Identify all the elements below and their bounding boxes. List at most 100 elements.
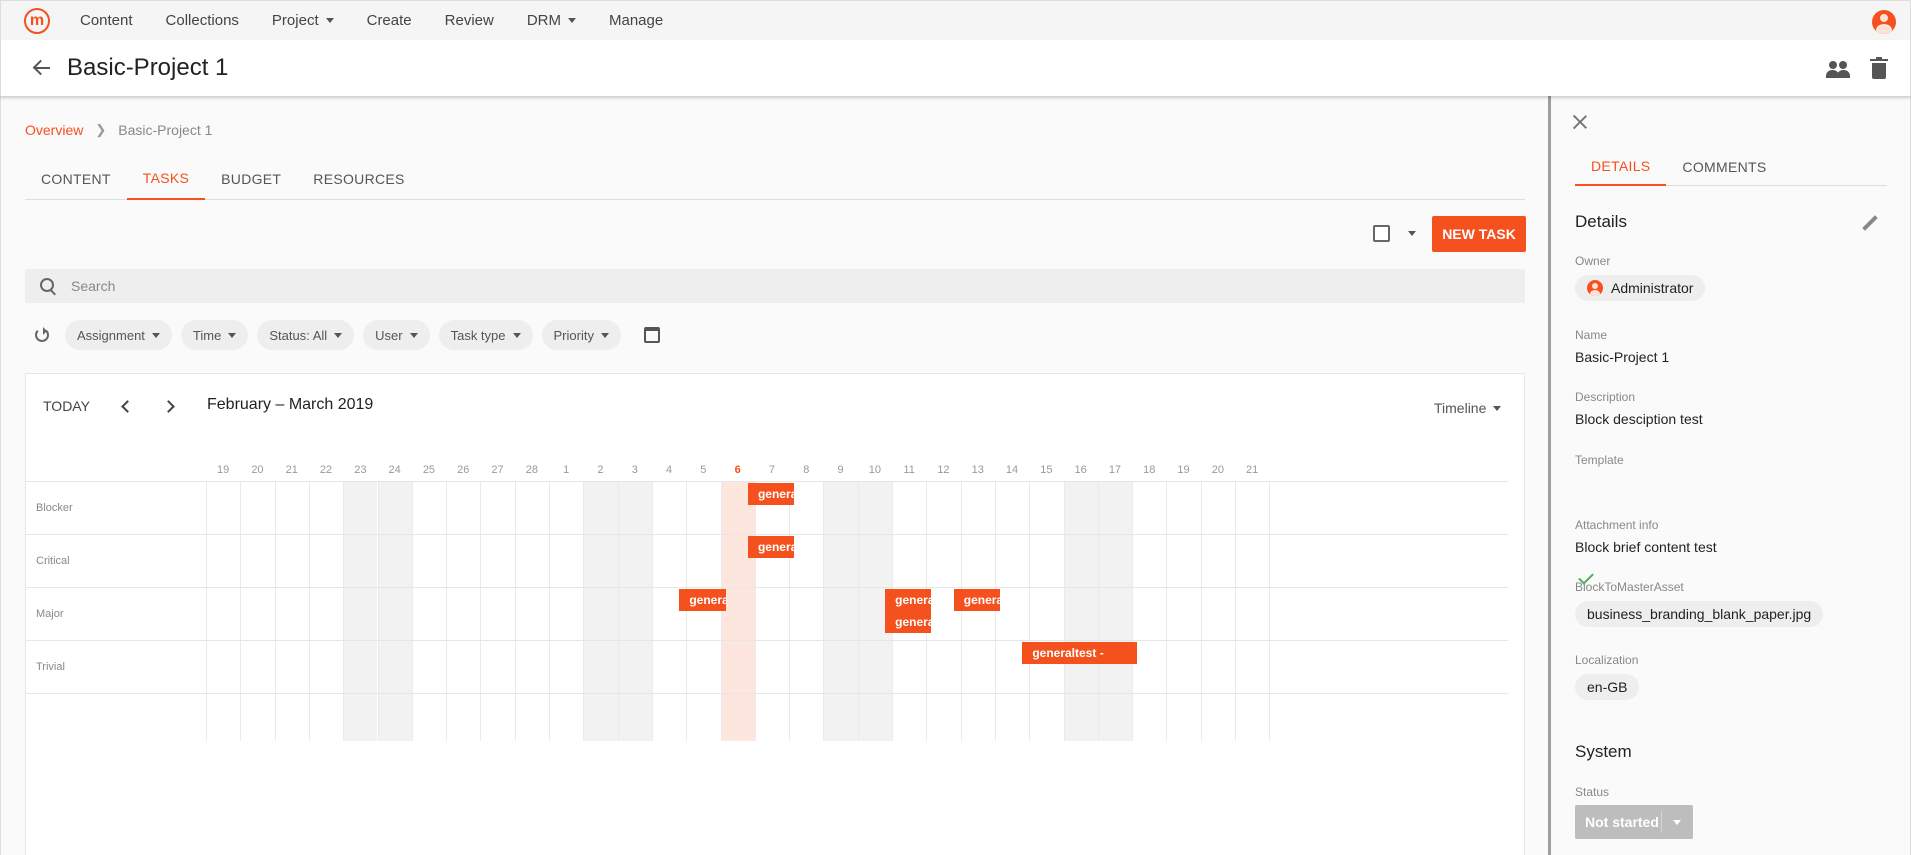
- trash-icon[interactable]: [1870, 57, 1888, 79]
- filter-user[interactable]: User: [363, 320, 430, 350]
- day-column[interactable]: [240, 481, 274, 741]
- template-label: Template: [1575, 453, 1624, 467]
- status-dropdown[interactable]: Not started: [1575, 805, 1693, 839]
- date-range: February – March 2019: [207, 396, 374, 413]
- day-column[interactable]: [617, 481, 652, 741]
- project-tabs: CONTENT TASKS BUDGET RESOURCES: [25, 158, 1525, 200]
- day-column[interactable]: [343, 481, 378, 741]
- tab-details[interactable]: DETAILS: [1575, 148, 1667, 186]
- day-column[interactable]: [1200, 481, 1235, 741]
- day-column[interactable]: [480, 481, 514, 741]
- nav-project[interactable]: Project: [272, 12, 334, 29]
- status-value: Not started: [1585, 814, 1659, 830]
- tab-resources[interactable]: RESOURCES: [297, 158, 420, 200]
- nav-review[interactable]: Review: [445, 12, 494, 29]
- task-bar[interactable]: generaltest -: [1022, 642, 1138, 664]
- row-divider: [26, 481, 1508, 482]
- day-column[interactable]: [308, 481, 343, 741]
- filter-time[interactable]: Time: [180, 320, 249, 350]
- close-icon[interactable]: [1572, 114, 1588, 130]
- day-column[interactable]: [926, 481, 960, 741]
- details-panel: DETAILS COMMENTS Details Owner Administr…: [1551, 96, 1911, 855]
- filter-status[interactable]: Status: All: [257, 320, 355, 350]
- day-column[interactable]: [1166, 481, 1200, 741]
- tab-content[interactable]: CONTENT: [25, 158, 127, 200]
- nav-label: DRM: [526, 12, 561, 29]
- task-bar[interactable]: generaltest -: [885, 611, 932, 633]
- owner-chip[interactable]: Administrator: [1575, 275, 1706, 301]
- nav-manage[interactable]: Manage: [609, 12, 663, 29]
- split-divider: [1661, 811, 1662, 833]
- nav-label: Project: [271, 12, 319, 29]
- tab-budget[interactable]: BUDGET: [205, 158, 297, 200]
- user-avatar-icon[interactable]: [1872, 10, 1896, 34]
- nav-content[interactable]: Content: [80, 12, 133, 29]
- row-label: Blocker: [36, 502, 73, 514]
- day-column[interactable]: [720, 481, 755, 741]
- nav-create[interactable]: Create: [367, 12, 412, 29]
- status-label: Status: [1575, 785, 1610, 799]
- people-icon[interactable]: [1826, 56, 1850, 80]
- refresh-icon[interactable]: [33, 326, 51, 344]
- day-column[interactable]: [651, 481, 686, 741]
- view-selector[interactable]: Timeline: [1434, 400, 1502, 416]
- search-input[interactable]: [71, 278, 1471, 294]
- task-bar[interactable]: generaltest -: [747, 483, 795, 505]
- filter-priority[interactable]: Priority: [541, 320, 621, 350]
- day-column[interactable]: [1063, 481, 1098, 741]
- day-column[interactable]: [1132, 481, 1166, 741]
- nav-collections[interactable]: Collections: [166, 12, 239, 29]
- day-column[interactable]: [411, 481, 446, 741]
- calendar-icon[interactable]: [643, 327, 660, 343]
- day-column[interactable]: [206, 481, 240, 741]
- back-arrow-icon[interactable]: [31, 57, 53, 79]
- master-asset-chip[interactable]: business_branding_blank_paper.jpg: [1575, 601, 1824, 627]
- day-column[interactable]: [823, 481, 858, 741]
- caret-down-icon[interactable]: [1408, 231, 1416, 236]
- chevron-right-icon[interactable]: [162, 400, 175, 413]
- search-bar: [25, 269, 1525, 303]
- task-bar[interactable]: generaltest -: [885, 589, 932, 611]
- filter-task-type[interactable]: Task type: [438, 320, 533, 350]
- search-icon: [39, 277, 57, 295]
- day-column[interactable]: [960, 481, 995, 741]
- select-all-checkbox[interactable]: [1373, 225, 1390, 242]
- timeline-grid: Blocker Critical Major Trivial generaltest -…: [26, 481, 1508, 741]
- day-column[interactable]: [514, 481, 549, 741]
- task-bar[interactable]: generaltest -: [679, 589, 726, 611]
- today-button[interactable]: TODAY: [43, 398, 90, 414]
- filter-assignment[interactable]: Assignment: [65, 320, 172, 350]
- day-column[interactable]: [1097, 481, 1133, 741]
- top-nav: m Content Collections Project Create Rev…: [0, 0, 1911, 40]
- day-column[interactable]: [1029, 481, 1063, 741]
- day-column[interactable]: [1235, 481, 1269, 741]
- day-column[interactable]: [549, 481, 583, 741]
- task-bar[interactable]: generaltest -: [953, 589, 1001, 611]
- page-title: Basic-Project 1: [67, 54, 229, 81]
- day-column[interactable]: [994, 481, 1029, 741]
- breadcrumb-overview[interactable]: Overview: [25, 122, 83, 138]
- edit-pencil-icon[interactable]: [1861, 214, 1879, 232]
- day-column[interactable]: [446, 481, 480, 741]
- caret-down-icon: [512, 332, 521, 338]
- nav-label: Review: [444, 12, 494, 29]
- day-column[interactable]: [686, 481, 720, 741]
- timeline-calendar: TODAY February – March 2019 Timeline 19 2…: [25, 373, 1525, 855]
- day-column[interactable]: [274, 481, 309, 741]
- tab-tasks[interactable]: TASKS: [126, 158, 206, 200]
- day-column[interactable]: [377, 481, 412, 741]
- tab-comments[interactable]: COMMENTS: [1666, 148, 1782, 186]
- app-logo[interactable]: m: [24, 7, 50, 34]
- row-label: Critical: [36, 555, 70, 567]
- day-number: 21: [1246, 464, 1259, 476]
- page-header: Basic-Project 1: [0, 40, 1911, 96]
- day-column[interactable]: [583, 481, 618, 741]
- nav-drm[interactable]: DRM: [527, 12, 576, 29]
- task-bar[interactable]: generaltest -: [747, 536, 795, 558]
- new-task-button[interactable]: NEW TASK: [1432, 216, 1526, 252]
- day-column[interactable]: [754, 481, 789, 741]
- localization-chip[interactable]: en-GB: [1575, 674, 1640, 700]
- day-column[interactable]: [789, 481, 823, 741]
- chevron-left-icon[interactable]: [121, 400, 134, 413]
- details-title: Details: [1575, 212, 1627, 231]
